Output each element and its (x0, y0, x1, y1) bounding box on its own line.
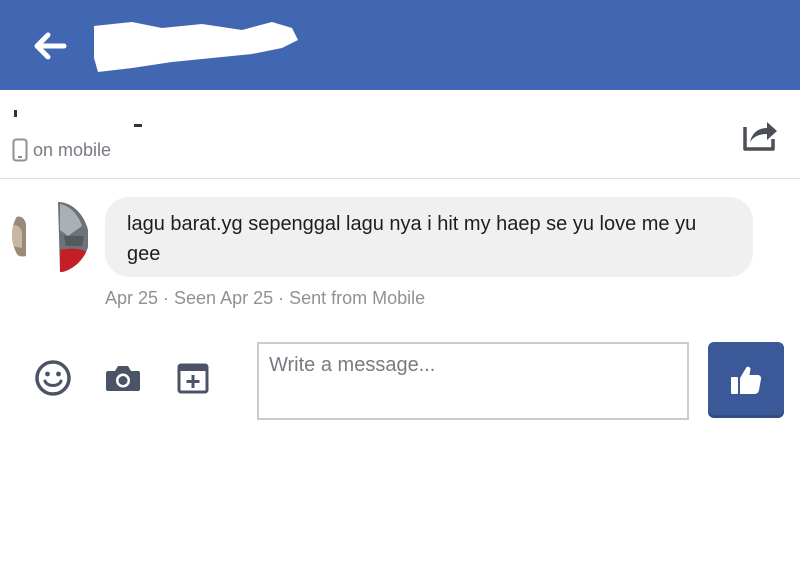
message-meta: Apr 25 · Seen Apr 25 · Sent from Mobile (105, 288, 426, 308)
emoji-icon (35, 360, 71, 396)
back-arrow-icon (34, 32, 67, 60)
message-composer[interactable] (257, 342, 689, 420)
contact-status-bar (0, 90, 800, 179)
camera-icon (106, 366, 140, 391)
add-attachment-button[interactable] (175, 360, 211, 396)
camera-button[interactable] (103, 362, 143, 394)
message-input[interactable] (259, 344, 687, 418)
redaction-remnant (14, 110, 17, 117)
share-button[interactable] (740, 115, 780, 155)
avatar-photo (12, 196, 90, 274)
like-button[interactable] (708, 342, 784, 418)
message-text: lagu barat.yg sepenggal lagu nya i hit m… (127, 213, 697, 265)
contact-name-redacted (94, 22, 298, 72)
share-icon (743, 122, 777, 151)
add-attachment-icon (177, 363, 209, 394)
thumbs-up-icon (731, 366, 762, 394)
app-header (0, 0, 800, 90)
online-status: on mobile (12, 138, 111, 162)
avatar[interactable] (12, 196, 90, 274)
back-button[interactable] (30, 26, 70, 66)
online-status-label: on mobile (33, 139, 112, 160)
mobile-phone-icon (12, 138, 28, 162)
redaction-remnant (134, 124, 142, 127)
message-bubble[interactable]: lagu barat.yg sepenggal lagu nya i hit m… (105, 197, 753, 277)
emoji-button[interactable] (33, 358, 73, 398)
